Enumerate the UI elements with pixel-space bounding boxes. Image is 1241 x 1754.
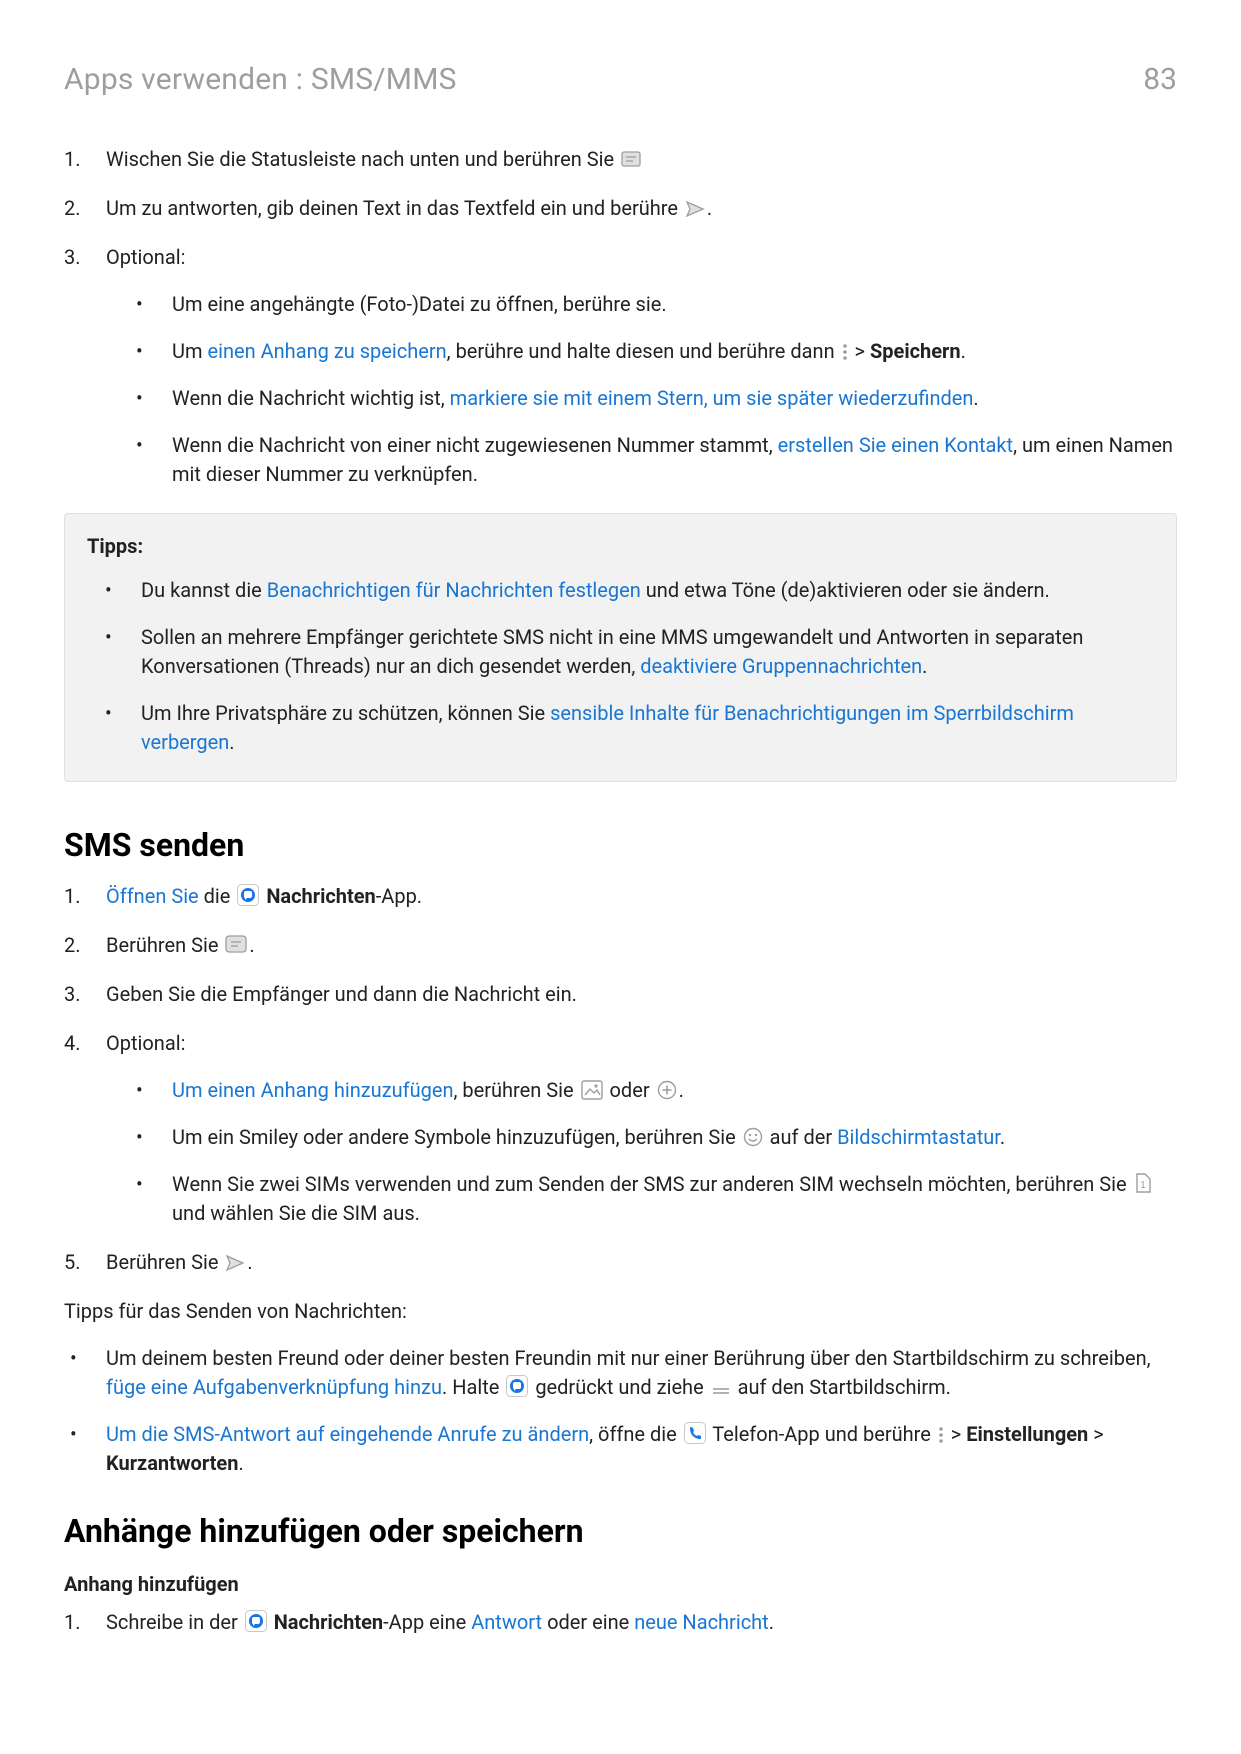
section2-tips-list: Um deinem besten Freund oder deiner best… <box>64 1344 1177 1478</box>
emoji-icon <box>743 1127 763 1147</box>
image-icon <box>581 1080 603 1100</box>
tips-box: Tipps: Du kannst die Benachrichtigen für… <box>64 513 1177 782</box>
messages-app-icon <box>506 1375 528 1397</box>
list-item: Um die SMS-Antwort auf eingehende Anrufe… <box>64 1420 1177 1478</box>
list-item: 3. Optional: Um eine angehängte (Foto-)D… <box>64 243 1177 489</box>
list-item: 2. Berühren Sie . <box>64 931 1177 960</box>
link-reply[interactable]: Antwort <box>471 1610 542 1634</box>
subheading-add-attachment: Anhang hinzufügen <box>64 1572 1177 1596</box>
list-item: Wenn die Nachricht von einer nicht zugew… <box>106 431 1177 489</box>
section-heading-attachments: Anhänge hinzufügen oder speichern <box>64 1512 1177 1550</box>
link-group-messages[interactable]: deaktiviere Gruppennachrichten <box>640 654 922 678</box>
tips-title: Tipps: <box>87 534 1154 558</box>
section1-list: 1. Wischen Sie die Statusleiste nach unt… <box>64 145 1177 489</box>
section2-sublist: Um einen Anhang hinzuzufügen, berühren S… <box>106 1076 1177 1228</box>
list-item: Wenn die Nachricht wichtig ist, markiere… <box>106 384 1177 413</box>
list-item: Um einen Anhang hinzuzufügen, berühren S… <box>106 1076 1177 1105</box>
section1-sublist: Um eine angehängte (Foto-)Datei zu öffne… <box>106 290 1177 489</box>
link-new-message[interactable]: neue Nachricht <box>634 1610 769 1634</box>
phone-app-icon <box>684 1422 706 1444</box>
list-item: 4. Optional: Um einen Anhang hinzuzufüge… <box>64 1029 1177 1228</box>
list-item: 5. Berühren Sie . <box>64 1248 1177 1277</box>
message-icon <box>621 151 641 169</box>
list-item: Wenn Sie zwei SIMs verwenden und zum Sen… <box>106 1170 1177 1228</box>
drag-handle-icon <box>711 1385 731 1397</box>
list-item: 1. Wischen Sie die Statusleiste nach unt… <box>64 145 1177 174</box>
link-star-message[interactable]: markiere sie mit einem Stern, um sie spä… <box>450 386 974 410</box>
link-onscreen-keyboard[interactable]: Bildschirmtastatur <box>837 1125 1000 1149</box>
list-item: Um deinem besten Freund oder deiner best… <box>64 1344 1177 1402</box>
list-item: Um einen Anhang zu speichern, berühre un… <box>106 337 1177 366</box>
page-number: 83 <box>1143 62 1177 97</box>
section3-list: 1. Schreibe in der Nachrichten-App eine … <box>64 1608 1177 1637</box>
tips-paragraph: Tipps für das Senden von Nachrichten: <box>64 1297 1177 1326</box>
link-change-sms-reply[interactable]: Um die SMS-Antwort auf eingehende Anrufe… <box>106 1422 589 1446</box>
plus-circle-icon <box>657 1080 677 1100</box>
list-item: Um Ihre Privatsphäre zu schützen, können… <box>87 699 1154 757</box>
breadcrumb: Apps verwenden : SMS/MMS <box>64 62 457 97</box>
send-icon <box>225 1254 245 1272</box>
messages-app-icon <box>237 884 259 906</box>
section2-list: 1. Öffnen Sie die Nachrichten-App. 2. Be… <box>64 882 1177 1277</box>
more-vert-icon <box>842 343 848 361</box>
list-item: Sollen an mehrere Empfänger gerichtete S… <box>87 623 1154 681</box>
page: Apps verwenden : SMS/MMS 83 1. Wischen S… <box>0 0 1241 1754</box>
list-item: 1. Schreibe in der Nachrichten-App eine … <box>64 1608 1177 1637</box>
tips-list: Du kannst die Benachrichtigen für Nachri… <box>87 576 1154 757</box>
link-add-attachment[interactable]: Um einen Anhang hinzuzufügen <box>172 1078 454 1102</box>
messages-app-icon <box>245 1610 267 1632</box>
svg-text:1: 1 <box>1140 1180 1146 1191</box>
more-vert-icon <box>938 1426 944 1444</box>
link-open[interactable]: Öffnen Sie <box>106 884 199 908</box>
link-save-attachment[interactable]: einen Anhang zu speichern <box>207 339 446 363</box>
list-item: 3. Geben Sie die Empfänger und dann die … <box>64 980 1177 1009</box>
list-item: 1. Öffnen Sie die Nachrichten-App. <box>64 882 1177 911</box>
list-item: 2. Um zu antworten, gib deinen Text in d… <box>64 194 1177 223</box>
list-item: Du kannst die Benachrichtigen für Nachri… <box>87 576 1154 605</box>
send-icon <box>685 200 705 218</box>
page-header: Apps verwenden : SMS/MMS 83 <box>64 62 1177 97</box>
sim-1-icon: 1 <box>1134 1172 1152 1194</box>
section-heading-sms-send: SMS senden <box>64 826 1177 864</box>
link-add-shortcut[interactable]: füge eine Aufgabenverknüpfung hinzu <box>106 1375 442 1399</box>
list-item: Um ein Smiley oder andere Symbole hinzuz… <box>106 1123 1177 1152</box>
list-item: Um eine angehängte (Foto-)Datei zu öffne… <box>106 290 1177 319</box>
link-notifications[interactable]: Benachrichtigen für Nachrichten festlege… <box>267 578 641 602</box>
link-create-contact[interactable]: erstellen Sie einen Kontakt <box>778 433 1013 457</box>
compose-icon <box>225 935 247 955</box>
